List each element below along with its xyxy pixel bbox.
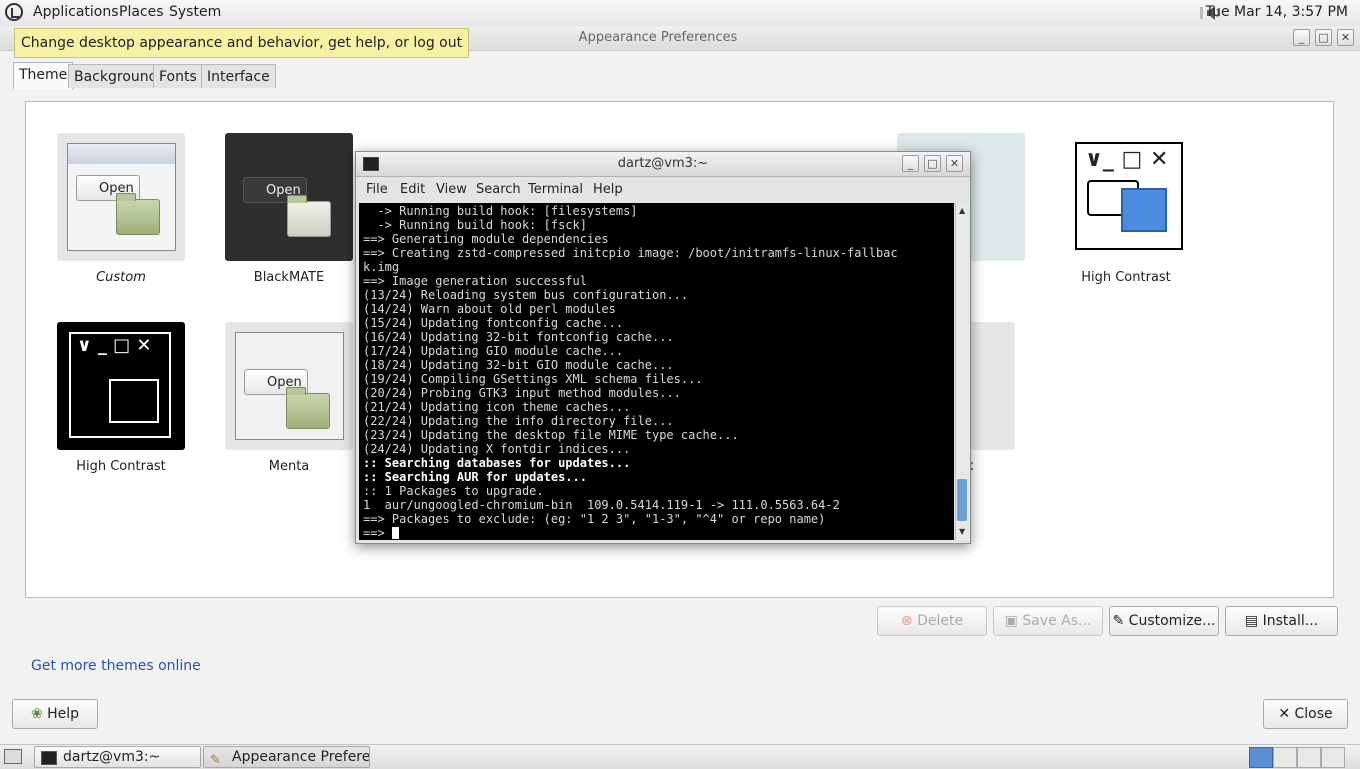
theme-label-high-contrast: High Contrast — [1081, 270, 1171, 285]
terminal-maximize-button[interactable]: □ — [924, 155, 941, 172]
help-button[interactable]: ❀ Help — [12, 699, 98, 729]
terminal-task-icon — [41, 751, 57, 765]
install-button[interactable]: ▤ Install... — [1225, 606, 1338, 636]
terminal-line: ==> Creating zstd-compressed initcpio im… — [363, 246, 898, 260]
terminal-line: (23/24) Updating the desktop file MIME t… — [363, 428, 739, 442]
terminal-menubar: File Edit View Search Terminal Help — [356, 177, 970, 201]
terminal-line: :: 1 Packages to upgrade. — [363, 484, 544, 498]
customize-button[interactable]: ✎ Customize... — [1109, 606, 1219, 636]
clock[interactable]: Tue Mar 14, 3:57 PM — [1206, 4, 1348, 20]
close-button[interactable]: ✕ Close — [1263, 699, 1348, 729]
menu-places[interactable]: Places — [119, 4, 164, 20]
bottom-panel: dartz@vm3:~ ✎ Appearance Prefere... — [0, 744, 1360, 769]
terminal-line: (24/24) Updating X fontdir indices... — [363, 442, 631, 456]
terminal-close-button[interactable]: ✕ — [946, 155, 963, 172]
terminal-scrollbar[interactable]: ▲ ▼ — [955, 203, 969, 540]
menu-system[interactable]: System — [169, 4, 221, 20]
delete-button[interactable]: ⊗ Delete — [877, 606, 987, 636]
terminal-menu-terminal[interactable]: Terminal — [528, 182, 583, 197]
workspace-2[interactable] — [1273, 747, 1297, 768]
workspace-3[interactable] — [1297, 747, 1321, 768]
terminal-line: ==> Packages to exclude: (eg: "1 2 3", "… — [363, 512, 826, 526]
terminal-cursor — [391, 527, 399, 539]
mate-logo-icon[interactable] — [5, 3, 23, 21]
minimize-button[interactable]: _ — [1293, 29, 1310, 46]
menu-applications[interactable]: Applications — [33, 4, 119, 20]
terminal-line: k.img — [363, 260, 400, 274]
tab-interface[interactable]: Interface — [201, 64, 276, 88]
theme-thumb-blackmate[interactable]: Open — [225, 133, 353, 261]
maximize-button[interactable]: □ — [1315, 29, 1332, 46]
terminal-line: (14/24) Warn about old perl modules — [363, 302, 616, 316]
show-desktop-icon[interactable] — [4, 749, 22, 764]
terminal-menu-view[interactable]: View — [436, 182, 467, 197]
appearance-task-icon: ✎ — [210, 753, 221, 768]
terminal-menu-search[interactable]: Search — [476, 182, 521, 197]
terminal-menu-help[interactable]: Help — [593, 182, 623, 197]
terminal-line: 1 aur/ungoogled-chromium-bin 109.0.5414.… — [363, 498, 840, 512]
theme-label-custom: Custom — [96, 270, 146, 285]
tooltip: Change desktop appearance and behavior, … — [14, 28, 470, 58]
tab-theme[interactable]: Theme — [13, 62, 74, 89]
theme-thumb-custom[interactable]: Open — [57, 133, 185, 261]
workspace-1[interactable] — [1249, 747, 1273, 768]
terminal-line: :: Searching databases for updates... — [363, 456, 631, 470]
theme-label-partial: k — [966, 459, 1006, 474]
top-panel: Applications Places System Tue Mar 14, 3… — [0, 0, 1360, 27]
terminal-window: dartz@vm3:~ _ □ ✕ File Edit View Search … — [355, 151, 971, 544]
tab-fonts[interactable]: Fonts — [153, 64, 203, 88]
theme-label-blackmate: BlackMATE — [253, 270, 325, 285]
terminal-line: (13/24) Reloading system bus configurati… — [363, 288, 689, 302]
terminal-menu-file[interactable]: File — [366, 182, 388, 197]
terminal-titlebar[interactable]: dartz@vm3:~ _ □ ✕ — [356, 152, 970, 177]
terminal-minimize-button[interactable]: _ — [902, 155, 919, 172]
theme-label-high-contrast-inverse: High Contrast — [76, 459, 166, 474]
tab-background[interactable]: Background — [68, 64, 164, 88]
taskbar-item-terminal[interactable]: dartz@vm3:~ — [34, 746, 201, 768]
terminal-line: -> Running build hook: [fsck] — [363, 218, 587, 232]
taskbar-item-appearance[interactable]: ✎ Appearance Prefere... — [203, 746, 370, 768]
terminal-line: :: Searching AUR for updates... — [363, 470, 587, 484]
save-as-button[interactable]: ▣ Save As... — [993, 606, 1103, 636]
terminal-line: (19/24) Compiling GSettings XML schema f… — [363, 372, 703, 386]
terminal-line: (17/24) Updating GIO module cache... — [363, 344, 624, 358]
terminal-line: (18/24) Updating 32-bit GIO module cache… — [363, 358, 674, 372]
terminal-line: (22/24) Updating the info directory file… — [363, 414, 674, 428]
theme-thumb-menta[interactable]: Open — [225, 322, 353, 450]
theme-label-menta: Menta — [268, 459, 310, 474]
terminal-line: (15/24) Updating fontconfig cache... — [363, 316, 624, 330]
terminal-line: (21/24) Updating icon theme caches... — [363, 400, 631, 414]
theme-thumb-high-contrast[interactable]: ∨_ □ ✕ — [1075, 142, 1183, 250]
workspace-4[interactable] — [1321, 747, 1345, 768]
terminal-line: (20/24) Probing GTK3 input method module… — [363, 386, 681, 400]
terminal-menu-edit[interactable]: Edit — [400, 182, 425, 197]
terminal-line: ==> — [363, 526, 898, 540]
terminal-title: dartz@vm3:~ — [617, 156, 709, 171]
close-window-button[interactable]: ✕ — [1337, 29, 1354, 46]
terminal-line: -> Running build hook: [filesystems] — [363, 204, 638, 218]
theme-thumb-high-contrast-inverse[interactable]: ∨ _ □ ✕ — [57, 322, 185, 450]
terminal-output[interactable]: -> Running build hook: [filesystems] -> … — [359, 203, 954, 540]
terminal-line: (16/24) Updating 32-bit fontconfig cache… — [363, 330, 674, 344]
get-more-themes-link[interactable]: Get more themes online — [31, 658, 201, 674]
terminal-scrollbar-thumb[interactable] — [957, 479, 967, 521]
terminal-line: ==> Generating module dependencies — [363, 232, 609, 246]
terminal-line: ==> Image generation successful — [363, 274, 587, 288]
